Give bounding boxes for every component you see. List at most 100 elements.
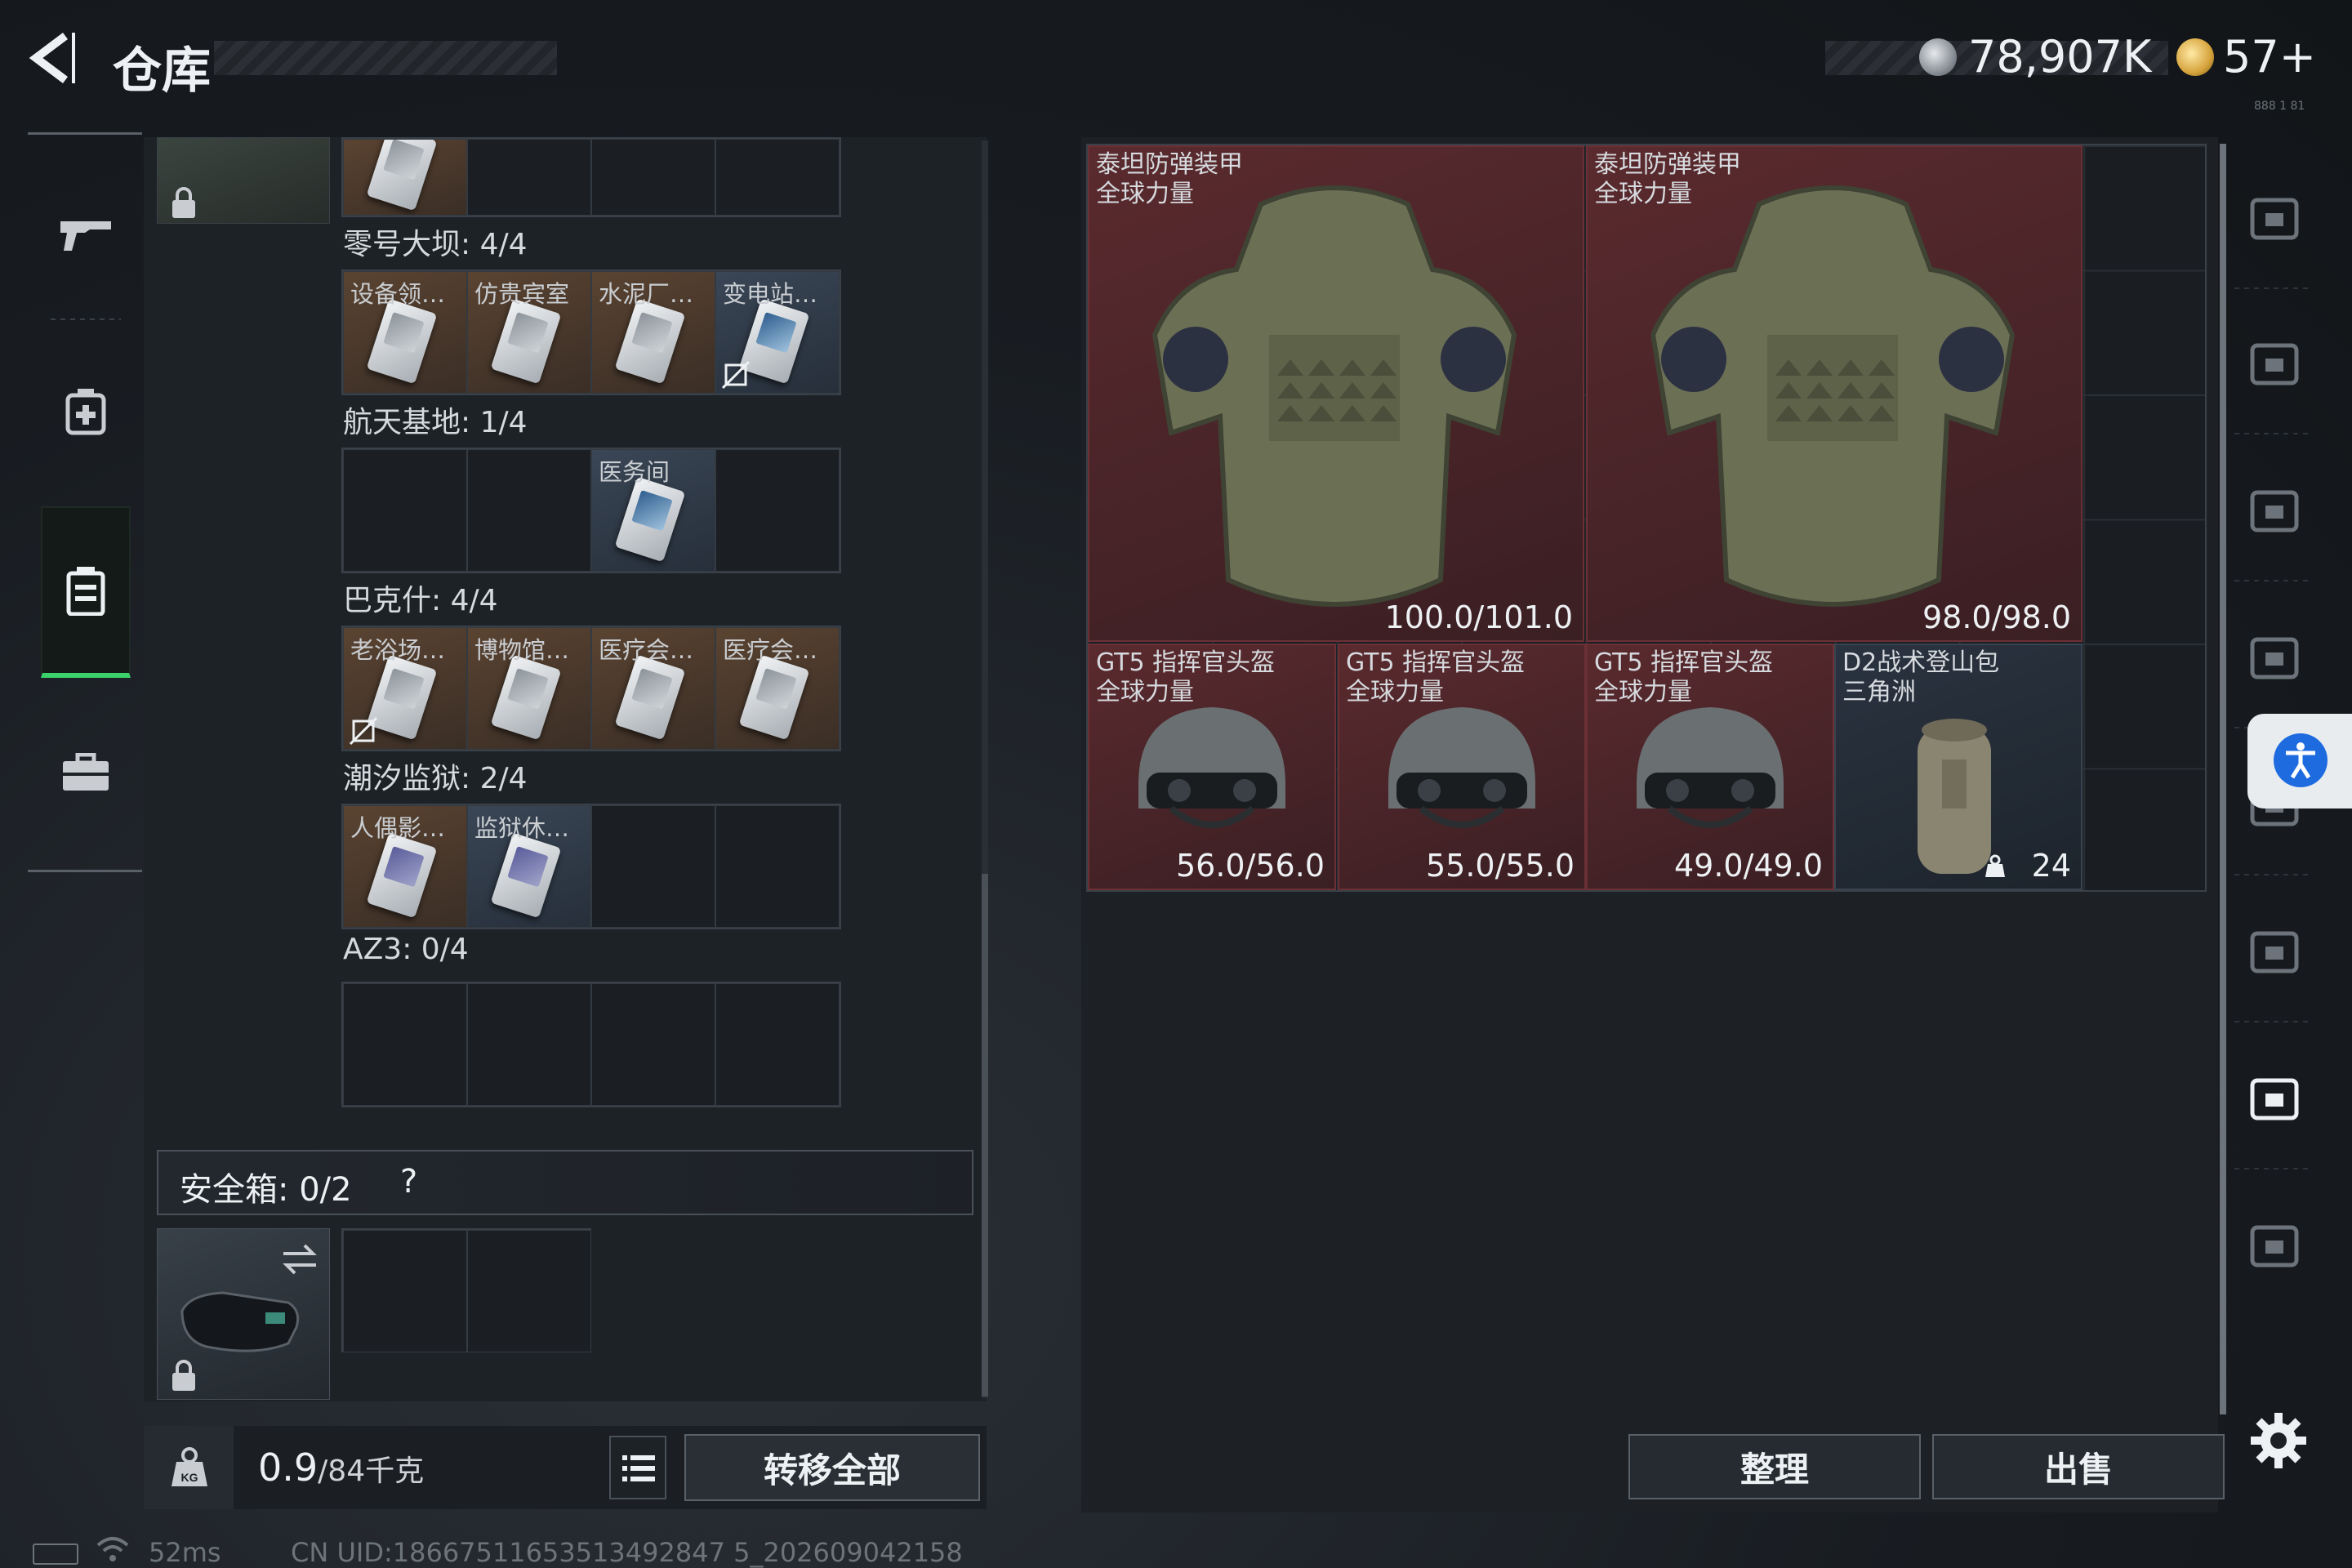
lock-icon <box>172 1360 195 1391</box>
backpack-scrollbar-thumb[interactable] <box>982 874 988 1396</box>
back-arrow-icon[interactable] <box>24 29 82 87</box>
safe-slots <box>341 1228 591 1352</box>
section-label: 巴克什: 4/4 <box>343 584 498 617</box>
sort-button[interactable]: 整理 <box>1628 1434 1921 1499</box>
settings-gear-icon[interactable] <box>2247 1410 2310 1472</box>
keycard-slot[interactable] <box>591 805 715 928</box>
top-container-slot[interactable] <box>157 137 330 224</box>
title-decoration <box>214 41 557 75</box>
sell-button[interactable]: 出售 <box>1932 1434 2225 1499</box>
helmet-item[interactable]: GT5 指挥官头盔 全球力量 55.0/55.0 <box>1338 644 1586 890</box>
rail-medical[interactable] <box>41 330 131 493</box>
keycard-name: 水泥厂… <box>599 280 694 308</box>
keycard-slot[interactable]: 监狱休… <box>467 805 591 928</box>
lvl4-medkit-tab-icon <box>2250 490 2299 532</box>
keycard-slot[interactable] <box>343 983 467 1106</box>
item-subtitle: 三角洲 <box>1842 678 1916 706</box>
keycard-slot[interactable] <box>715 983 840 1106</box>
helmet-image <box>1138 707 1285 828</box>
keycard-icon <box>614 654 686 741</box>
item-durability: 55.0/55.0 <box>1425 848 1575 884</box>
keycard-row: 人偶影… 监狱休… <box>341 804 841 929</box>
item-title: GT5 指挥官头盔 <box>1346 648 1526 677</box>
keycard-slot[interactable] <box>343 449 467 572</box>
keycard-name: 变电站… <box>723 280 818 308</box>
keycard-slot[interactable]: 博物馆… <box>467 627 591 750</box>
safe-slot[interactable] <box>467 1230 591 1352</box>
keycard-slot[interactable]: 医务间 <box>591 449 715 572</box>
armor-item[interactable]: 泰坦防弹装甲 全球力量 98.0/98.0 <box>1586 145 2082 642</box>
help-icon[interactable]: ? <box>400 1163 417 1200</box>
keycard-name: 仿贵宾室 <box>474 280 570 308</box>
helmet-item[interactable]: GT5 指挥官头盔 全球力量 56.0/56.0 <box>1088 644 1336 890</box>
keycard-slot[interactable]: 设备领… <box>343 271 467 394</box>
inventory-slot[interactable] <box>467 139 591 216</box>
helmet-item[interactable]: GT5 指挥官头盔 全球力量 49.0/49.0 <box>1586 644 1834 890</box>
weight-max: /84千克 <box>318 1454 425 1488</box>
inventory-slot[interactable] <box>715 139 840 216</box>
gold-coin-icon <box>2176 38 2214 76</box>
lvl3-case-tab-active[interactable] <box>2241 1070 2306 1127</box>
keycard-icon <box>366 298 438 385</box>
armor-image <box>1650 185 2016 607</box>
item-subtitle: 全球力量 <box>1096 678 1194 706</box>
keycard-icon <box>366 832 438 919</box>
inventory-slot[interactable] <box>591 139 715 216</box>
item-title: 泰坦防弹装甲 <box>1594 150 1741 179</box>
rail-weapons[interactable] <box>41 152 131 315</box>
keycard-slot[interactable]: 仿贵宾室 <box>467 271 591 394</box>
svg-text:KG: KG <box>181 1471 198 1484</box>
unavailable-icon <box>721 360 751 390</box>
transfer-all-button[interactable]: 转移全部 <box>684 1434 980 1501</box>
lvl4-backpack-tab[interactable] <box>2241 335 2306 392</box>
tab-divider <box>2234 287 2313 289</box>
armor-image <box>1152 185 1517 607</box>
inventory-slot[interactable] <box>343 139 467 216</box>
rail-backpack-active[interactable] <box>41 506 131 678</box>
keycard-slot[interactable] <box>715 449 840 572</box>
helmet-image <box>1388 707 1535 828</box>
currency-gold[interactable]: 57+ <box>2223 31 2316 82</box>
medkit-icon <box>65 389 106 435</box>
swap-icon[interactable] <box>280 1242 319 1275</box>
keycard-slot[interactable] <box>715 805 840 928</box>
keycard-slot[interactable]: 水泥厂… <box>591 271 715 394</box>
list-view-button[interactable] <box>609 1436 666 1499</box>
lvl4-case-tab[interactable] <box>2241 629 2306 686</box>
lvl5-case-tab[interactable] <box>2241 923 2306 980</box>
lvl3-case-tab-active-icon <box>2250 1078 2299 1120</box>
rail-divider <box>51 318 121 320</box>
ping-text: 52ms <box>149 1537 221 1568</box>
lvl4-medkit-tab[interactable] <box>2241 482 2306 539</box>
weight-icon: KG <box>172 1447 207 1486</box>
keycard-slot[interactable] <box>591 983 715 1106</box>
keycard-slot[interactable]: 医疗会… <box>591 627 715 750</box>
backpack-icon <box>66 567 105 616</box>
keycard-name: 医务间 <box>599 458 670 486</box>
weight-readout: 0.9/84千克 <box>258 1446 424 1490</box>
item-name: GT5 指挥官头盔 全球力量 <box>1096 648 1275 707</box>
armor-item[interactable]: 泰坦防弹装甲 全球力量 100.0/101.0 <box>1088 145 1584 642</box>
safe-slot[interactable] <box>343 1230 467 1352</box>
keycard-slot[interactable]: 人偶影… <box>343 805 467 928</box>
keycard-slot[interactable] <box>467 449 591 572</box>
item-name: 泰坦防弹装甲 全球力量 <box>1096 150 1243 209</box>
tab-divider <box>2234 1168 2313 1169</box>
stash-scrollbar-thumb[interactable] <box>2220 144 2226 1414</box>
keycard-slot[interactable]: 医疗会… <box>715 627 840 750</box>
pack-item[interactable]: D2战术登山包 三角洲 24 <box>1834 644 2082 890</box>
accessibility-icon[interactable] <box>2274 733 2328 787</box>
rail-equipment[interactable] <box>41 691 131 854</box>
keycard-name: 医疗会… <box>723 636 818 664</box>
keycard-slot[interactable]: 老浴场… <box>343 627 467 750</box>
keycard-slot[interactable] <box>467 983 591 1106</box>
keycard-name: 博物馆… <box>474 636 570 664</box>
keycard-row: 医务间 <box>341 448 841 573</box>
keycard-name: 老浴场… <box>350 636 446 664</box>
armor-tab[interactable] <box>2241 189 2306 247</box>
keycard-slot[interactable]: 变电站… <box>715 271 840 394</box>
wifi-icon <box>96 1537 129 1561</box>
tiny-label: 888 1 81 <box>2254 100 2305 113</box>
lvl3-case-tab-2[interactable] <box>2241 1217 2306 1274</box>
safe-case-slot[interactable] <box>157 1228 330 1400</box>
